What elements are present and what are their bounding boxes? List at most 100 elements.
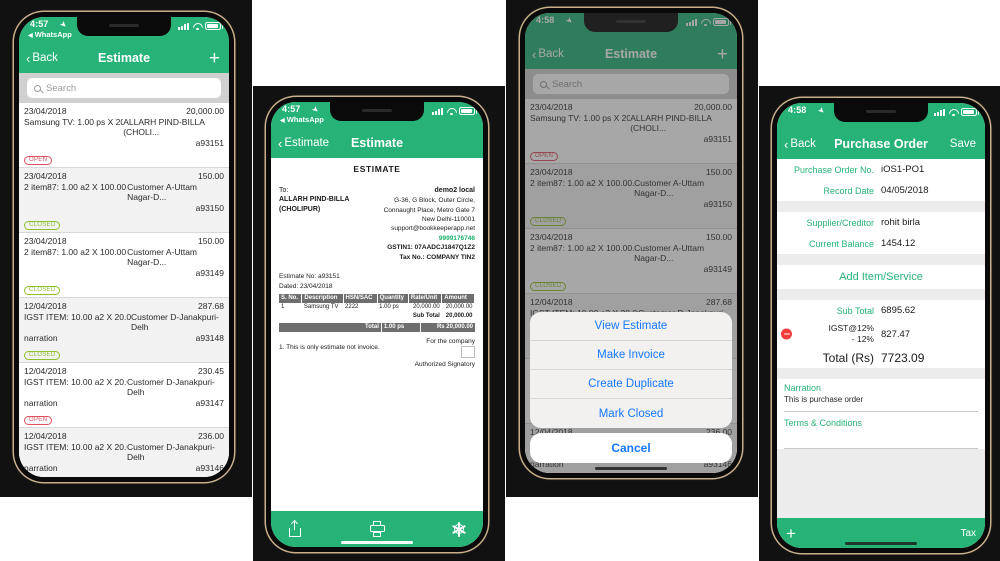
row-amount: 20,000.00 [186, 106, 224, 116]
form-row[interactable]: Supplier/Creditor rohit birla [777, 212, 985, 233]
back-button[interactable]: ‹ Back [26, 51, 58, 66]
row-party: Customer A-Uttam Nagar-D... [127, 247, 197, 267]
row-date: 12/04/2018 [24, 431, 67, 441]
table-row[interactable]: 23/04/2018 20,000.00 Samsung TV: 1.00 ps X… [19, 103, 229, 168]
field-value: iOS1-PO1 [881, 164, 925, 175]
row-amount: 230.45 [198, 366, 224, 376]
to-name-line-2: (CHOLIPUR) [279, 205, 321, 213]
row-date: 12/04/2018 [24, 366, 67, 376]
nav-bar-2: ‹ Estimate Estimate [271, 128, 483, 158]
share-icon[interactable] [287, 521, 303, 537]
status-badge: OPEN [24, 415, 53, 425]
row-party: ALLARH PIND-BILLA (CHOLI... [123, 117, 205, 137]
phone-purchase-order: 4:58 ➤ ‹ Back Purchase Order Save Purchas… [772, 98, 990, 553]
back-button[interactable]: ‹ Estimate [278, 136, 329, 151]
table-row[interactable]: 12/04/2018 230.45 IGST ITEM: 10.00 a2 X 20… [19, 363, 229, 428]
tax-row[interactable]: IGST@12% - 12% 827.47 [777, 321, 985, 347]
tax-value: 827.47 [881, 328, 911, 340]
form-row[interactable]: Purchase Order No. iOS1-PO1 [777, 159, 985, 180]
grand-total-value: 7723.09 [881, 350, 925, 365]
estimate-list-1[interactable]: 23/04/2018 20,000.00 Samsung TV: 1.00 ps X… [19, 103, 229, 477]
table-row[interactable]: 12/04/2018 287.68 IGST ITEM: 10.00 a2 X 20… [19, 298, 229, 363]
table-row[interactable]: 23/04/2018 150.00 2 item87: 1.00 a2 X 100.… [19, 233, 229, 298]
row-amount: 150.00 [198, 236, 224, 246]
action-sheet-item[interactable]: Make Invoice [530, 341, 732, 370]
row-description: IGST ITEM: 10.00 a2 X 20.00.... [24, 312, 132, 322]
document-meta: Estimate No: a93151 Dated: 23/04/2018 [279, 272, 475, 291]
save-button[interactable]: Save [950, 138, 976, 150]
return-to-app-label[interactable]: ◀ WhatsApp [280, 115, 324, 124]
signal-bars-icon [432, 107, 443, 115]
search-placeholder: Search [46, 82, 77, 94]
action-sheet: View Estimate Make Invoice Create Duplicat… [530, 312, 732, 463]
narration-value[interactable]: This is purchase order [784, 395, 978, 404]
status-bar-4: 4:58 ➤ [777, 103, 985, 129]
field-label: Current Balance [808, 238, 874, 249]
add-item-service-button[interactable]: Add Item/Service [777, 265, 985, 289]
row-description: IGST ITEM: 10.00 a2 X 20.00 [24, 377, 127, 387]
company-address-3: New Delhi-110001 [422, 215, 475, 223]
subtotal-row: Sub Total 20,000.00 [279, 312, 475, 321]
row-id: a93149 [195, 268, 224, 278]
add-estimate-button[interactable]: + [209, 49, 220, 68]
remove-tax-icon[interactable] [781, 328, 792, 340]
row-id: a93148 [195, 333, 224, 343]
narration-label: Narration [784, 383, 822, 393]
row-id: a93147 [195, 398, 224, 408]
tax-button[interactable]: Tax [960, 528, 976, 539]
row-date: 23/04/2018 [24, 171, 67, 181]
wifi-icon [192, 22, 202, 30]
search-input[interactable]: Search [27, 78, 221, 98]
document-toolbar [271, 511, 483, 547]
subtotal-row: Sub Total 6895.62 [777, 300, 985, 321]
po-identity-group: Purchase Order No. iOS1-PO1 Record Date 04/… [777, 159, 985, 201]
tax-rate: - 12% [851, 334, 874, 344]
row-description: IGST ITEM: 10.00 a2 X 20.00 [24, 442, 127, 452]
items-column-header: S. No. [279, 293, 303, 303]
total-label: Total [279, 322, 381, 332]
items-column-header: Rate/Unit [408, 293, 443, 303]
screen-3: 4:58 ➤ ‹ Back Estimate + Search 23/04/20… [525, 13, 737, 473]
screen-4: 4:58 ➤ ‹ Back Purchase Order Save Purchas… [777, 103, 985, 548]
back-button[interactable]: ‹ Back [784, 137, 816, 152]
table-row[interactable]: 12/04/2018 236.00 IGST ITEM: 10.00 a2 X 20… [19, 428, 229, 477]
gear-icon[interactable] [451, 521, 467, 537]
action-sheet-options: View Estimate Make Invoice Create Duplicat… [530, 312, 732, 428]
field-value: rohit birla [881, 217, 921, 228]
nav-bar-1: ‹ Back Estimate + [19, 43, 229, 73]
subtotal-label: Sub Total [836, 305, 874, 316]
form-row[interactable]: Current Balance 1454.12 [777, 233, 985, 254]
add-line-button[interactable]: + [786, 525, 796, 542]
to-label: To: [279, 187, 289, 194]
field-value: 1454.12 [881, 238, 916, 249]
status-indicators [178, 22, 223, 30]
form-row[interactable]: Record Date 04/05/2018 [777, 180, 985, 201]
terms-label: Terms & Conditions [784, 418, 863, 428]
return-to-app-label[interactable]: ◀ WhatsApp [28, 30, 72, 39]
wifi-icon [948, 108, 958, 116]
row-amount: 236.00 [198, 431, 224, 441]
row-description: 2 item87: 1.00 a2 X 100.00....... [24, 247, 127, 257]
section-gap [777, 254, 985, 265]
field-label: Record Date [823, 185, 874, 196]
row-id: a93151 [195, 138, 224, 148]
action-sheet-item[interactable]: View Estimate [530, 312, 732, 341]
row-amount: 287.68 [198, 301, 224, 311]
table-row[interactable]: 23/04/2018 150.00 2 item87: 1.00 a2 X 100.… [19, 168, 229, 233]
items-cell-sno: 1 [281, 304, 285, 311]
action-sheet-item[interactable]: Mark Closed [530, 399, 732, 428]
total-amount: Rs 20,000.00 [420, 322, 475, 332]
row-id: a93146 [195, 463, 224, 473]
row-narration: narration [24, 463, 58, 473]
phone-estimate-actionsheet: 4:58 ➤ ‹ Back Estimate + Search 23/04/20… [520, 8, 742, 478]
back-label: Estimate [284, 137, 330, 149]
terms-value[interactable] [784, 430, 978, 441]
cancel-button[interactable]: Cancel [530, 433, 732, 463]
status-badge: CLOSED [24, 220, 61, 230]
print-icon[interactable] [369, 521, 385, 537]
action-sheet-item[interactable]: Create Duplicate [530, 370, 732, 399]
company-phone: 9999176746 [438, 234, 475, 242]
field-value: 04/05/2018 [881, 185, 929, 196]
field-label: Supplier/Creditor [806, 217, 874, 228]
battery-icon [459, 107, 477, 115]
